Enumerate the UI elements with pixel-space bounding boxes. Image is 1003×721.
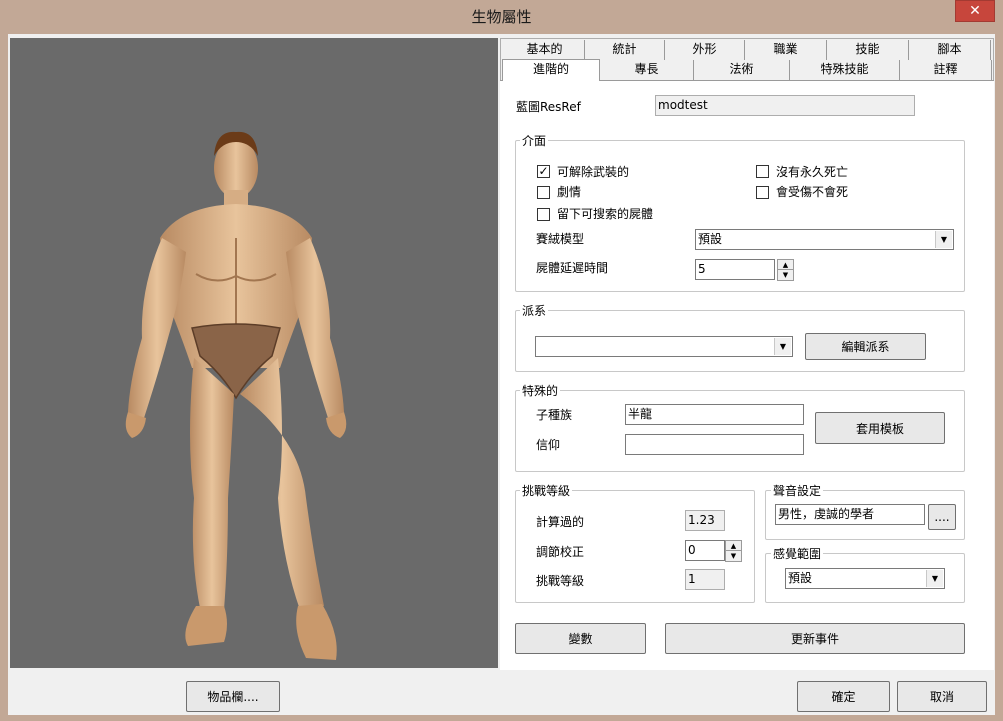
immortal-checkbox[interactable]: [756, 186, 769, 199]
cr-adjust-spinner[interactable]: ▲ ▼: [725, 540, 742, 562]
tab-stats[interactable]: 統計: [585, 40, 665, 60]
immortal-label: 會受傷不會死: [776, 185, 849, 199]
subrace-label: 子種族: [536, 408, 573, 422]
tab-spells[interactable]: 法術: [694, 60, 790, 80]
no-permanent-death-label: 沒有永久死亡: [776, 165, 849, 179]
tab-advanced[interactable]: 進階的: [502, 59, 600, 81]
variables-button[interactable]: 變數: [515, 623, 646, 654]
interface-group-title: 介面: [520, 132, 549, 149]
tab-skills[interactable]: 技能: [827, 40, 909, 60]
tab-special-abilities[interactable]: 特殊技能: [790, 60, 900, 80]
update-events-button[interactable]: 更新事件: [665, 623, 965, 654]
window-title: 生物屬性: [471, 8, 532, 26]
soundset-field[interactable]: 男性，虔誠的學者: [775, 504, 925, 525]
tab-basic[interactable]: 基本的: [505, 40, 585, 60]
remains-model-value: 預設: [698, 232, 723, 246]
tab-comments[interactable]: 註釋: [900, 60, 992, 80]
challenge-group-title: 挑戰等級: [520, 482, 573, 499]
deity-label: 信仰: [536, 438, 561, 452]
disarmable-checkbox[interactable]: ✓: [537, 165, 550, 178]
challenge-rating-label: 挑戰等級: [536, 574, 585, 588]
soundset-group-title: 聲音設定: [771, 482, 824, 499]
remains-model-select[interactable]: 預設 ▼: [695, 229, 954, 250]
ok-button[interactable]: 確定: [797, 681, 890, 712]
edit-faction-button[interactable]: 編輯派系: [805, 333, 926, 360]
challenge-rating-field: 1: [685, 569, 725, 590]
perception-range-value: 預設: [788, 571, 813, 585]
corpse-decay-spinner[interactable]: ▲ ▼: [777, 259, 794, 281]
close-icon: ✕: [969, 3, 981, 19]
cr-adjust-label: 調節校正: [536, 545, 585, 559]
tab-classes[interactable]: 職業: [745, 40, 827, 60]
calculated-cr-field: 1.23: [685, 510, 725, 531]
dropdown-arrow-icon: ▼: [774, 338, 791, 355]
spin-down-icon[interactable]: ▼: [778, 270, 793, 280]
checkmark-icon: ✓: [538, 164, 549, 178]
faction-select[interactable]: ▼: [535, 336, 793, 357]
blueprint-resref-field[interactable]: modtest: [655, 95, 915, 116]
dropdown-arrow-icon: ▼: [926, 570, 943, 587]
lootable-corpse-checkbox[interactable]: [537, 208, 550, 221]
creature-model-image: [125, 131, 347, 660]
disarmable-label: 可解除武裝的: [557, 165, 630, 179]
no-permanent-death-checkbox[interactable]: [756, 165, 769, 178]
deity-input[interactable]: [625, 434, 804, 455]
dropdown-arrow-icon: ▼: [935, 231, 952, 248]
spin-up-icon[interactable]: ▲: [726, 541, 741, 551]
close-button[interactable]: ✕: [955, 0, 995, 22]
lootable-corpse-label: 留下可搜索的屍體: [557, 207, 654, 221]
soundset-browse-button[interactable]: ....: [928, 504, 956, 530]
faction-group-title: 派系: [520, 302, 549, 319]
tab-appearance[interactable]: 外形: [665, 40, 745, 60]
model-preview[interactable]: [10, 38, 498, 668]
plot-checkbox[interactable]: [537, 186, 550, 199]
remains-model-label: 賽絨模型: [536, 232, 585, 246]
subrace-input[interactable]: 半龍: [625, 404, 804, 425]
spin-down-icon[interactable]: ▼: [726, 551, 741, 561]
special-group-title: 特殊的: [520, 382, 561, 399]
corpse-decay-input[interactable]: 5: [695, 259, 775, 280]
tab-scripts[interactable]: 腳本: [909, 40, 991, 60]
cr-adjust-input[interactable]: 0: [685, 540, 725, 561]
corpse-decay-label: 屍體延遲時間: [536, 261, 609, 275]
plot-label: 劇情: [557, 185, 582, 199]
title-bar: 生物屬性 ✕: [0, 0, 1003, 34]
calculated-cr-label: 計算過的: [536, 515, 585, 529]
inventory-button[interactable]: 物品欄....: [186, 681, 280, 712]
perception-range-select[interactable]: 預設 ▼: [785, 568, 945, 589]
blueprint-label: 藍圖ResRef: [516, 100, 581, 114]
perception-group-title: 感覺範圍: [771, 545, 824, 562]
cancel-button[interactable]: 取消: [897, 681, 987, 712]
spin-up-icon[interactable]: ▲: [778, 260, 793, 270]
apply-template-button[interactable]: 套用模板: [815, 412, 945, 444]
tab-feats[interactable]: 專長: [600, 60, 694, 80]
